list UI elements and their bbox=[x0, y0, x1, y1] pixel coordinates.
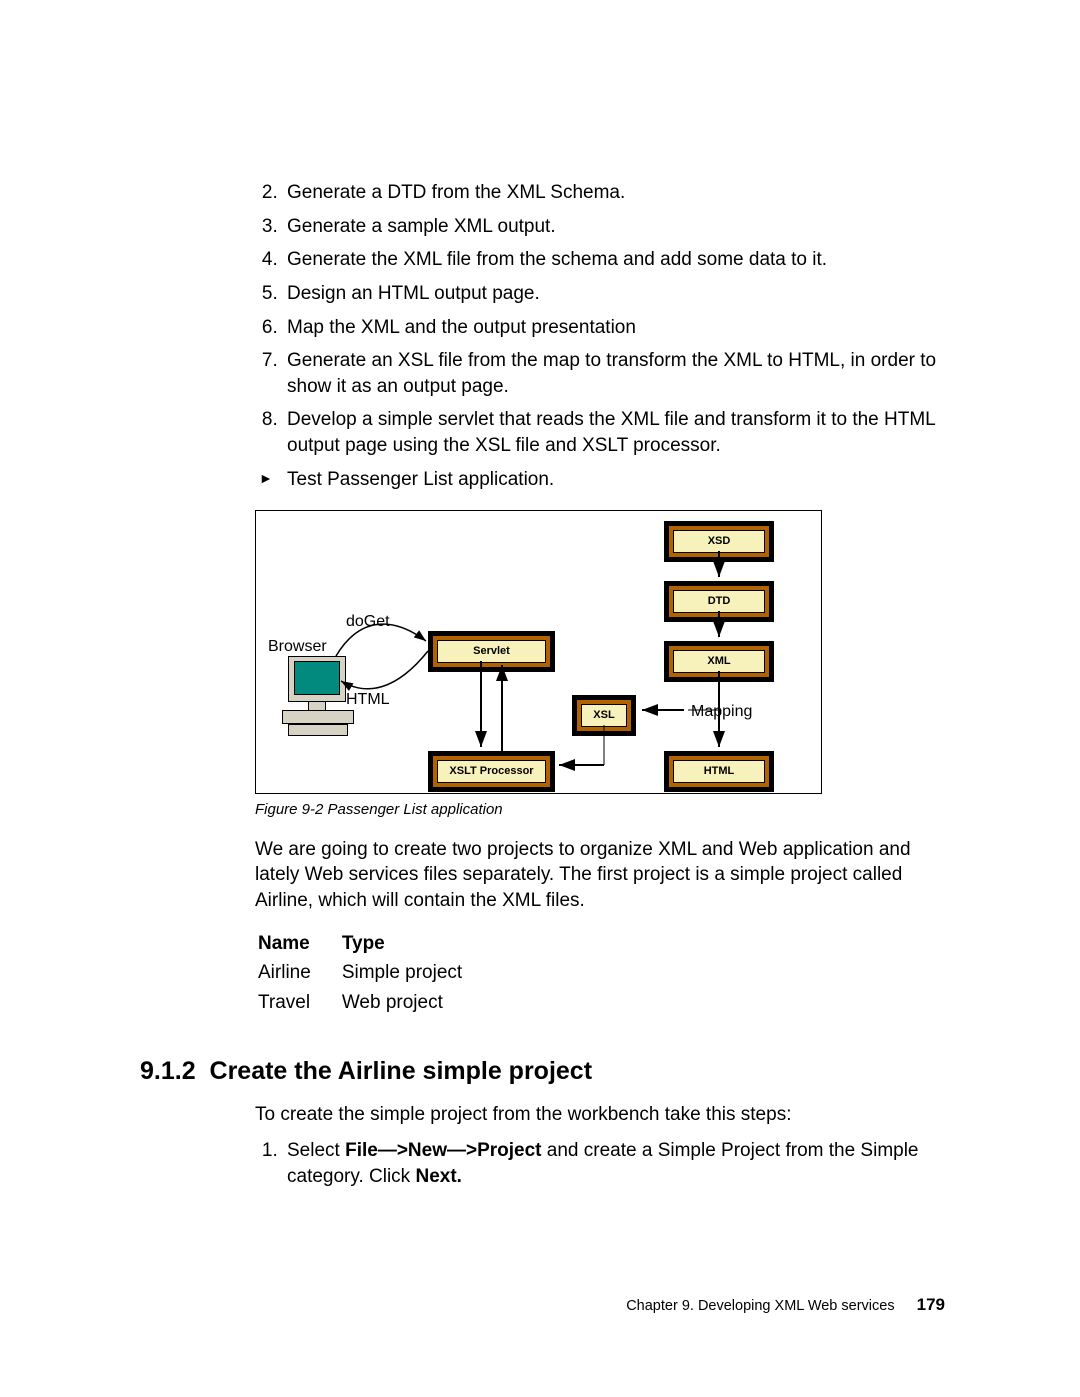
table-row: Airline Simple project bbox=[257, 959, 490, 987]
project-table: Name Type Airline Simple project Travel … bbox=[255, 928, 492, 1019]
node-xsd: XSD bbox=[664, 521, 774, 562]
node-servlet: Servlet bbox=[428, 631, 555, 672]
node-xsl: XSL bbox=[572, 695, 636, 736]
section-title: Create the Airline simple project bbox=[210, 1057, 593, 1085]
table-row: Name Type bbox=[257, 930, 490, 958]
page-footer: Chapter 9. Developing XML Web services 1… bbox=[626, 1294, 945, 1317]
step-text-pre: Select bbox=[287, 1140, 345, 1161]
table-row: Travel Web project bbox=[257, 989, 490, 1017]
paragraph-intro: We are going to create two projects to o… bbox=[255, 837, 945, 914]
footer-chapter: Chapter 9. Developing XML Web services bbox=[626, 1298, 894, 1314]
table-header-type: Type bbox=[341, 930, 490, 958]
table-header-name: Name bbox=[257, 930, 339, 958]
list-item-8: Develop a simple servlet that reads the … bbox=[283, 407, 945, 458]
page: Generate a DTD from the XML Schema. Gene… bbox=[0, 0, 1080, 1397]
table-cell: Web project bbox=[341, 989, 490, 1017]
node-xml-label: XML bbox=[673, 650, 765, 673]
list-item-4: Generate the XML file from the schema an… bbox=[283, 247, 945, 273]
list-item-5: Design an HTML output page. bbox=[283, 281, 945, 307]
paragraph-steps-intro: To create the simple project from the wo… bbox=[255, 1102, 945, 1128]
table-cell: Simple project bbox=[341, 959, 490, 987]
table-cell: Travel bbox=[257, 989, 339, 1017]
numbered-list: Generate a DTD from the XML Schema. Gene… bbox=[255, 180, 945, 459]
node-html-label: HTML bbox=[673, 760, 765, 783]
list-item-3: Generate a sample XML output. bbox=[283, 214, 945, 240]
figure-diagram: Browser doGet HTML Mapping Servlet XSL X… bbox=[255, 510, 822, 794]
node-dtd-label: DTD bbox=[673, 590, 765, 613]
computer-icon bbox=[276, 656, 356, 736]
list-item-6: Map the XML and the output presentation bbox=[283, 315, 945, 341]
steps-list: Select File—>New—>Project and create a S… bbox=[255, 1138, 945, 1189]
node-xsl-label: XSL bbox=[581, 704, 627, 727]
label-doget: doGet bbox=[346, 611, 390, 633]
list-item-triangle: Test Passenger List application. bbox=[255, 467, 945, 493]
step-item-1: Select File—>New—>Project and create a S… bbox=[283, 1138, 945, 1189]
list-item-2: Generate a DTD from the XML Schema. bbox=[283, 180, 945, 206]
node-html: HTML bbox=[664, 751, 774, 792]
node-dtd: DTD bbox=[664, 581, 774, 622]
node-xslt-label: XSLT Processor bbox=[437, 760, 546, 783]
node-xml: XML bbox=[664, 641, 774, 682]
figure-caption: Figure 9-2 Passenger List application bbox=[255, 800, 945, 820]
step-bold-next: Next. bbox=[415, 1166, 461, 1187]
node-xslt: XSLT Processor bbox=[428, 751, 555, 792]
footer-page-number: 179 bbox=[917, 1295, 945, 1314]
step-bold-menu: File—>New—>Project bbox=[345, 1140, 541, 1161]
table-cell: Airline bbox=[257, 959, 339, 987]
section-number: 9.1.2 bbox=[140, 1057, 196, 1085]
section-body: To create the simple project from the wo… bbox=[255, 1102, 945, 1189]
node-xsd-label: XSD bbox=[673, 530, 765, 553]
content-area: Generate a DTD from the XML Schema. Gene… bbox=[255, 180, 945, 1019]
section-heading: 9.1.2 Create the Airline simple project bbox=[140, 1055, 945, 1089]
label-mapping: Mapping bbox=[691, 701, 752, 723]
label-browser: Browser bbox=[268, 636, 327, 658]
list-item-7: Generate an XSL file from the map to tra… bbox=[283, 348, 945, 399]
node-servlet-label: Servlet bbox=[437, 640, 546, 663]
